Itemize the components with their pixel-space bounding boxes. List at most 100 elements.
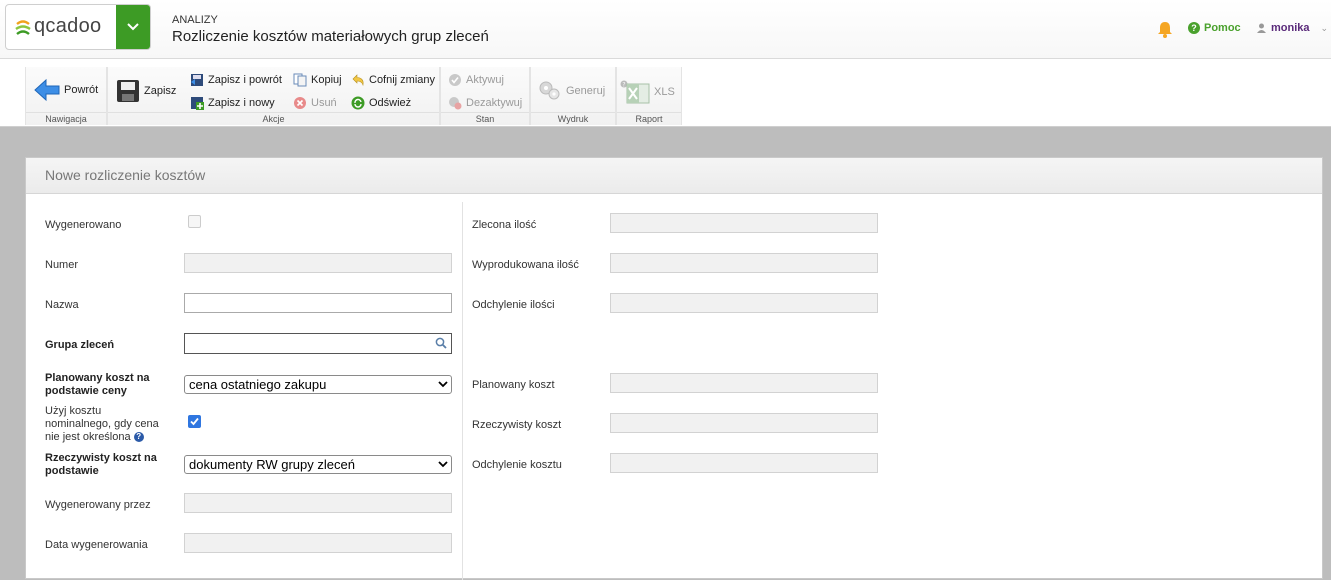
order-group-label: Grupa zleceń (45, 339, 115, 351)
planned-cost-basis-value: cena ostatniego zakupu (189, 377, 327, 392)
cost-deviation-label: Odchylenie kosztu (472, 459, 562, 471)
nominal-cost-label-line3: nie jest określona (45, 431, 131, 443)
deactivate-button[interactable]: Dezaktywuj (448, 96, 522, 110)
real-cost-field[interactable] (610, 413, 878, 433)
save-label: Zapisz (144, 85, 177, 97)
group-label-print: Wydruk (531, 112, 615, 124)
help-link[interactable]: ? Pomoc (1188, 22, 1241, 34)
undo-label: Cofnij zmiany (369, 74, 436, 86)
save-new-label: Zapisz i nowy (208, 97, 275, 109)
number-field[interactable] (184, 253, 452, 273)
page-title: Rozliczenie kosztów materiałowych grup z… (172, 28, 489, 45)
save-and-new-button[interactable]: Zapisz i nowy (190, 96, 275, 110)
undo-changes-button[interactable]: Cofnij zmiany (351, 73, 435, 87)
chevron-down-icon (438, 381, 448, 388)
checkmark-icon (190, 417, 199, 426)
refresh-button[interactable]: Odśwież (351, 96, 411, 110)
info-icon[interactable]: ? (133, 432, 144, 443)
section-name: ANALIZY (172, 14, 218, 26)
real-cost-label: Rzeczywisty koszt (472, 419, 562, 431)
cost-settlement-form: Nowe rozliczenie kosztów Wygenerowano Nu… (25, 157, 1323, 580)
order-group-lookup-input[interactable] (184, 333, 452, 354)
save-and-back-button[interactable]: Zapisz i powrót (190, 73, 282, 87)
arrow-left-icon (34, 78, 60, 102)
real-cost-basis-label-line1: Rzeczywisty koszt na (45, 452, 157, 464)
gears-icon (539, 81, 560, 100)
floppy-disk-icon (117, 80, 139, 102)
ribbon-group-navigation: Powrót Nawigacja (25, 67, 107, 125)
ribbon-group-report: ? XLS Raport (616, 67, 682, 125)
generate-label: Generuj (566, 85, 606, 97)
ribbon-toolbar: Powrót Nawigacja Zapisz Zapisz i powrót (0, 59, 1331, 127)
search-icon[interactable] (435, 337, 447, 349)
cost-deviation-field[interactable] (610, 453, 878, 473)
group-label-state: Stan (441, 112, 529, 124)
delete-icon (294, 97, 306, 109)
refresh-icon (351, 96, 365, 110)
planned-cost-basis-label-line1: Planowany koszt na (45, 372, 150, 384)
excel-icon: ? (620, 80, 650, 104)
nominal-cost-checkbox[interactable] (188, 415, 201, 428)
chevron-down-icon (438, 461, 448, 468)
column-divider (462, 202, 463, 580)
main-menu-button[interactable] (116, 5, 150, 49)
xls-label: XLS (654, 86, 675, 98)
generate-button[interactable]: Generuj (538, 80, 605, 102)
save-button[interactable]: Zapisz (116, 79, 176, 103)
activate-icon (449, 74, 461, 86)
planned-cost-basis-select[interactable]: cena ostatniego zakupu (184, 375, 452, 394)
generated-by-field[interactable] (184, 493, 452, 513)
panel-header: Nowe rozliczenie kosztów (26, 158, 1322, 194)
real-cost-basis-select[interactable]: dokumenty RW grupy zleceń (184, 455, 452, 474)
nominal-cost-label: Użyj kosztu nominalnego, gdy cena nie je… (45, 405, 159, 444)
name-label: Nazwa (45, 299, 79, 311)
refresh-label: Odśwież (369, 97, 412, 109)
ordered-quantity-field[interactable] (610, 213, 878, 233)
undo-icon (352, 74, 364, 87)
name-input[interactable] (184, 293, 452, 313)
qcadoo-logo-icon (15, 20, 31, 35)
back-button[interactable]: Powrót (34, 78, 98, 102)
user-name: monika (1271, 22, 1310, 34)
nominal-cost-label-line2: nominalnego, gdy cena (45, 418, 159, 430)
ribbon-group-print: Generuj Wydruk (530, 67, 616, 125)
planned-cost-basis-label: Planowany koszt na podstawie ceny (45, 372, 150, 398)
logo-text: qcadoo (34, 15, 102, 37)
ribbon-group-actions: Zapisz Zapisz i powrót Zapisz i nowy Kop… (107, 67, 440, 125)
nominal-cost-label-line1: Użyj kosztu (45, 405, 102, 417)
planned-cost-basis-label-line2: podstawie ceny (45, 385, 127, 397)
real-cost-basis-label: Rzeczywisty koszt na podstawie (45, 452, 157, 478)
help-label: Pomoc (1204, 22, 1241, 34)
bell-icon[interactable] (1156, 20, 1174, 38)
produced-quantity-field[interactable] (610, 253, 878, 273)
group-label-report: Raport (617, 112, 681, 124)
activate-button[interactable]: Aktywuj (448, 73, 504, 87)
user-icon (1257, 23, 1266, 33)
xls-export-button[interactable]: ? XLS (620, 80, 675, 104)
top-header: qcadoo ANALIZY Rozliczenie kosztów mater… (0, 0, 1331, 59)
generated-checkbox[interactable] (188, 215, 201, 228)
generated-by-label: Wygenerowany przez (45, 499, 151, 511)
copy-icon (293, 73, 307, 87)
deactivate-icon (449, 97, 462, 110)
chevron-down-icon: ⌄ (1320, 22, 1329, 33)
panel-title: Nowe rozliczenie kosztów (45, 167, 206, 183)
deactivate-label: Dezaktywuj (466, 97, 523, 109)
chevron-down-icon (127, 23, 139, 31)
save-back-icon (191, 74, 203, 86)
delete-button[interactable]: Usuń (293, 96, 337, 110)
quantity-deviation-field[interactable] (610, 293, 878, 313)
user-menu[interactable]: monika ⌄ (1257, 22, 1328, 34)
group-label-navigation: Nawigacja (26, 112, 106, 124)
copy-button[interactable]: Kopiuj (293, 73, 342, 87)
save-back-label: Zapisz i powrót (208, 74, 282, 86)
generated-date-field[interactable] (184, 533, 452, 553)
quantity-deviation-label: Odchylenie ilości (472, 299, 555, 311)
produced-quantity-label: Wyprodukowana ilość (472, 259, 579, 271)
generated-label: Wygenerowano (45, 219, 122, 231)
group-label-actions: Akcje (108, 112, 439, 124)
generated-date-label: Data wygenerowania (45, 539, 148, 551)
real-cost-basis-value: dokumenty RW grupy zleceń (189, 457, 355, 472)
planned-cost-field[interactable] (610, 373, 878, 393)
real-cost-basis-label-line2: podstawie (45, 465, 99, 477)
